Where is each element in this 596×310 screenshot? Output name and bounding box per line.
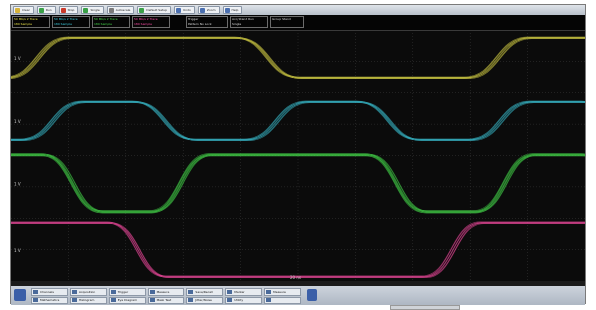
- menu-item-label: Utility: [234, 298, 244, 303]
- run-icon: [38, 7, 44, 13]
- channel-1-line2: 180 Sample: [14, 22, 32, 26]
- channel-4-info[interactable]: 50 Mb/s 2 Trace 180 Sample: [132, 16, 170, 28]
- menu-item-label: Jitter/Noise: [195, 298, 212, 303]
- menu-item-jitter-noise[interactable]: Jitter/Noise: [186, 296, 224, 304]
- menu-item-icon: [33, 289, 38, 294]
- toolbar-button-label: Stop: [67, 8, 75, 12]
- toolbar-button-label: Undo: [183, 8, 191, 12]
- menu-item-icon: [149, 298, 155, 303]
- channel-3-info[interactable]: 50 Mb/s 2 Trace 180 Sample: [92, 16, 130, 28]
- channel-2-line2: 180 Sample: [54, 22, 72, 26]
- taskbar-box: [390, 305, 460, 310]
- toolbar-button-label: Help: [231, 8, 239, 12]
- toolbar-button-label: Autoscale: [115, 8, 131, 12]
- menu-item-measure[interactable]: Measure: [264, 288, 301, 296]
- clear-icon: [15, 7, 20, 13]
- menu-item-label: Channels: [40, 289, 54, 294]
- menu-item-acquisition[interactable]: Acquisition: [69, 288, 107, 296]
- menu-item-icon: [188, 289, 194, 294]
- menu-item-icon: [149, 289, 155, 294]
- menu-item-label: Eye Diagram: [117, 298, 138, 303]
- menu-item-icon: [227, 298, 233, 303]
- menu-item-icon: [71, 289, 77, 294]
- toolbar-button-label: Single: [90, 8, 100, 12]
- waveform-canvas: 1 V 1 V 1 V 1 V 20 ns: [11, 30, 585, 281]
- undo-icon: [176, 7, 182, 13]
- toolbar-button-label: Run: [45, 8, 52, 12]
- toolbar-button-help[interactable]: Help: [222, 6, 243, 14]
- info-strip: 50 Mb/s 2 Trace 180 Sample 50 Mb/s 2 Tra…: [11, 15, 585, 31]
- menu-item-save-recall[interactable]: Save/Recall: [186, 288, 224, 296]
- scope-window: Clear Run Stop Single Autoscale Default Setup…: [10, 4, 586, 305]
- toolbar-button-single[interactable]: Single: [81, 6, 104, 14]
- toolbar-button-autoscale[interactable]: Autoscale: [106, 6, 135, 14]
- toolbar-button-zoom[interactable]: Zoom: [197, 6, 220, 14]
- channel-3-line2: 180 Sample: [94, 22, 112, 26]
- menu-item-label: Measure: [156, 289, 170, 294]
- menu-item-icon: [266, 298, 272, 303]
- menu-item-label: Histogram: [78, 298, 95, 303]
- autoscale-icon: [108, 7, 114, 13]
- menu-item-histogram[interactable]: Histogram: [69, 296, 107, 304]
- trigger-line2: Pattern No Lock: [188, 22, 212, 26]
- menu-item-blank[interactable]: [264, 296, 301, 304]
- status-strip: [11, 281, 585, 286]
- toolbar-button-default-setup[interactable]: Default Setup: [137, 6, 172, 14]
- menu-item-utility[interactable]: Utility: [225, 296, 263, 304]
- default-setup-icon: [139, 7, 145, 13]
- menu-item-label: Save/Recall: [195, 289, 213, 294]
- menu-item-label: Mask Test: [156, 298, 172, 303]
- waveform-display[interactable]: 1 V 1 V 1 V 1 V 20 ns: [11, 30, 585, 281]
- trigger-info[interactable]: Trigger Pattern No Lock: [186, 16, 228, 28]
- menu-item-mask-test[interactable]: Mask Test: [147, 296, 185, 304]
- scale-label-green: 1 V: [14, 182, 21, 187]
- scale-label-yellow: 1 V: [14, 56, 21, 61]
- menu-item-mathematics[interactable]: Mathematics: [31, 296, 68, 304]
- scale-label-magenta: 1 V: [14, 248, 21, 253]
- menu-item-icon: [71, 298, 77, 303]
- bottom-menu: Channels Acquisition Trigger Measure Save/Re…: [11, 281, 585, 305]
- acquisition-info[interactable]: Acq Stand Run Single: [230, 16, 268, 28]
- menu-item-measure[interactable]: Measure: [147, 288, 185, 296]
- menu-item-label: Marker: [234, 289, 245, 294]
- menu-item-trigger[interactable]: Trigger: [108, 288, 146, 296]
- menu-item-label: Acquisition: [78, 289, 96, 294]
- help-icon: [224, 7, 230, 13]
- menu-item-label: Measure: [273, 289, 286, 294]
- channel-1-info[interactable]: 50 Mb/s 2 Trace 180 Sample: [12, 16, 50, 28]
- group-line1: Group Stand: [272, 17, 291, 21]
- toolbar-button-label: Zoom: [206, 8, 216, 12]
- menu-item-label: Mathematics: [40, 298, 60, 303]
- menu-item-eye-diagram[interactable]: Eye Diagram: [108, 296, 146, 304]
- zoom-icon: [199, 7, 205, 13]
- windows-icon[interactable]: [307, 289, 317, 301]
- toolbar-button-stop[interactable]: Stop: [58, 6, 79, 14]
- acquisition-line2: Single: [232, 22, 242, 26]
- menu-grid: Channels Acquisition Trigger Measure Save/Re…: [31, 288, 301, 304]
- menu-item-icon: [33, 298, 38, 303]
- toolbar-button-label: Default Setup: [146, 8, 168, 12]
- menu-item-icon: [188, 298, 194, 303]
- menu-item-icon: [110, 298, 116, 303]
- stop-icon: [60, 7, 66, 13]
- scale-label-cyan: 1 V: [14, 119, 21, 124]
- toolbar-button-run[interactable]: Run: [36, 6, 56, 14]
- menu-item-marker[interactable]: Marker: [225, 288, 263, 296]
- menu-item-channels[interactable]: Channels: [31, 288, 68, 296]
- channel-4-line2: 180 Sample: [134, 22, 152, 26]
- toolbar-button-clear[interactable]: Clear: [13, 6, 34, 14]
- menu-item-label: Trigger: [117, 289, 129, 294]
- group-info[interactable]: Group Stand: [270, 16, 304, 28]
- toolbar: Clear Run Stop Single Autoscale Default Setup…: [11, 5, 585, 15]
- toolbar-button-label: Clear: [22, 8, 30, 12]
- menu-item-icon: [110, 289, 116, 294]
- channel-2-info[interactable]: 50 Mb/s 2 Trace 180 Sample: [52, 16, 90, 28]
- menu-item-icon: [227, 289, 233, 294]
- toolbar-button-undo[interactable]: Undo: [174, 6, 195, 14]
- x-readout: 20 ns: [290, 275, 301, 280]
- menu-item-icon: [266, 289, 272, 294]
- single-icon: [83, 7, 89, 13]
- app-logo-icon[interactable]: [14, 289, 26, 301]
